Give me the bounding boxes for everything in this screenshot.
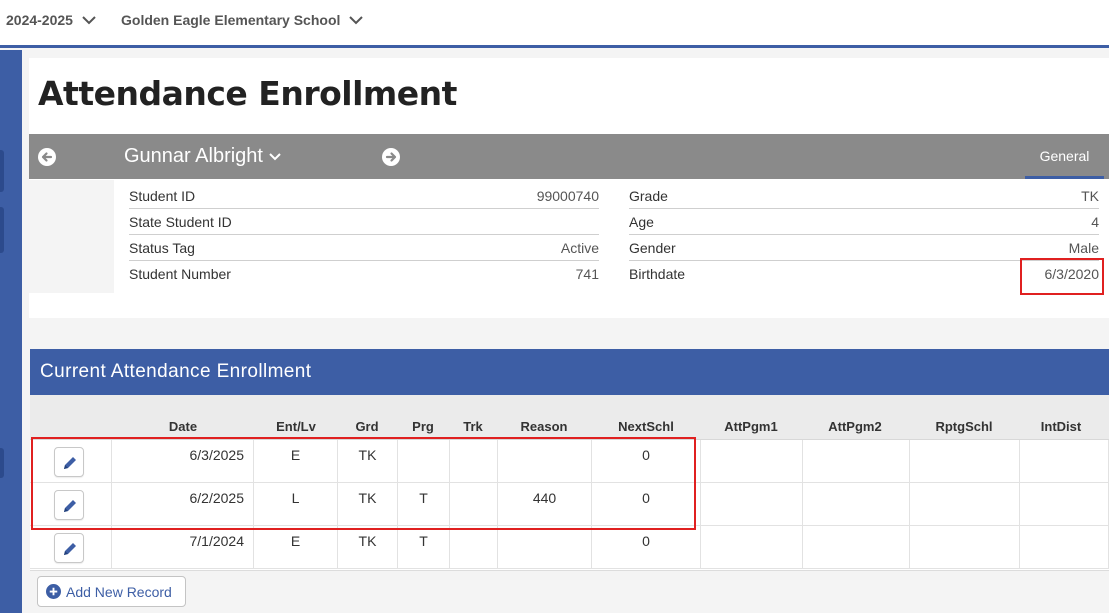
info-value: 741 [575, 266, 599, 282]
cell-rptgschl [910, 440, 1020, 483]
info-label: Student Number [129, 266, 231, 282]
school-label: Golden Eagle Elementary School [121, 12, 341, 28]
school-selector[interactable]: Golden Eagle Elementary School [121, 12, 364, 28]
chevron-down-icon [269, 152, 281, 160]
add-new-record-label: Add New Record [66, 583, 172, 600]
info-row-student-number: Student Number 741 [129, 261, 599, 287]
student-photo-area [29, 180, 114, 293]
arrow-left-icon [41, 152, 53, 162]
info-label: Age [629, 214, 654, 230]
cell-attpgm2 [803, 526, 910, 569]
table-bottom-divider [30, 570, 1109, 571]
info-label: Status Tag [129, 240, 195, 256]
column-header-trk[interactable]: Trk [449, 419, 497, 434]
info-label: Birthdate [629, 266, 686, 282]
chevron-down-icon [349, 15, 364, 24]
info-value: Active [560, 240, 599, 256]
section-title: Current Attendance Enrollment [40, 361, 312, 382]
add-new-record-button[interactable]: Add New Record [37, 576, 186, 607]
row-action-cell [30, 526, 112, 569]
cell-intdist [1020, 440, 1109, 483]
cell-intdist [1020, 526, 1109, 569]
tab-general[interactable]: General [1025, 134, 1104, 179]
info-row-age: Age 4 [629, 209, 1099, 235]
info-row-student-id: Student ID 99000740 [129, 183, 599, 209]
next-student-button[interactable] [382, 148, 400, 166]
column-header-prg[interactable]: Prg [397, 419, 449, 434]
cell-grd: TK [338, 526, 398, 569]
info-value: 99000740 [536, 188, 599, 204]
left-sidebar [0, 50, 22, 613]
previous-student-button[interactable] [38, 148, 56, 166]
column-header-attpgm2[interactable]: AttPgm2 [801, 419, 909, 434]
column-header-intdist[interactable]: IntDist [1019, 419, 1103, 434]
rows-highlight-box [31, 437, 696, 530]
cell-rptgschl [910, 483, 1020, 526]
pencil-icon [64, 543, 76, 555]
student-name: Gunnar Albright [124, 145, 263, 167]
column-header-attpgm1[interactable]: AttPgm1 [701, 419, 801, 434]
info-row-state-student-id: State Student ID [129, 209, 599, 235]
cell-prg: T [398, 526, 450, 569]
cell-attpgm2 [803, 483, 910, 526]
info-label: Student ID [129, 188, 196, 204]
cell-attpgm1 [701, 483, 803, 526]
page-title: Attendance Enrollment [38, 74, 457, 113]
year-selector[interactable]: 2024-2025 [6, 12, 96, 28]
student-bar: Gunnar Albright General [29, 134, 1109, 179]
plus-circle-icon [46, 584, 61, 599]
cell-trk [450, 526, 498, 569]
cell-attpgm1 [701, 440, 803, 483]
column-header-date[interactable]: Date [143, 419, 223, 434]
year-label: 2024-2025 [6, 12, 73, 28]
cell-entlv: E [254, 526, 338, 569]
info-label: Gender [629, 240, 676, 256]
column-header-reason[interactable]: Reason [497, 419, 591, 434]
arrow-right-icon [385, 152, 397, 162]
cell-rptgschl [910, 526, 1020, 569]
cell-attpgm2 [803, 440, 910, 483]
table-row: 7/1/2024 E TK T 0 [30, 526, 1109, 569]
cell-intdist [1020, 483, 1109, 526]
section-header: Current Attendance Enrollment [30, 349, 1109, 395]
top-bar: 2024-2025 Golden Eagle Elementary School [0, 0, 1109, 48]
column-header-grd[interactable]: Grd [337, 419, 397, 434]
info-row-status-tag: Status Tag Active [129, 235, 599, 261]
info-value: TK [1081, 188, 1099, 204]
student-info-left: Student ID 99000740 State Student ID Sta… [129, 183, 599, 287]
info-label: State Student ID [129, 214, 232, 230]
info-label: Grade [629, 188, 668, 204]
info-value: 4 [1091, 214, 1099, 230]
cell-date: 7/1/2024 [112, 526, 254, 569]
column-header-nextschl[interactable]: NextSchl [591, 419, 701, 434]
info-row-grade: Grade TK [629, 183, 1099, 209]
chevron-down-icon [82, 15, 96, 24]
column-header-rptgschl[interactable]: RptgSchl [909, 419, 1019, 434]
birthdate-highlight-box [1020, 258, 1104, 295]
sidebar-tab[interactable] [0, 207, 4, 253]
cell-reason [498, 526, 592, 569]
student-name-selector[interactable]: Gunnar Albright [124, 145, 281, 168]
table-header: Date Ent/Lv Grd Prg Trk Reason NextSchl … [30, 395, 1109, 440]
sidebar-tab[interactable] [0, 150, 4, 192]
sidebar-tab[interactable] [0, 448, 4, 478]
cell-attpgm1 [701, 526, 803, 569]
column-header-entlv[interactable]: Ent/Lv [260, 419, 332, 434]
edit-record-button[interactable] [54, 533, 84, 563]
cell-nextschl: 0 [592, 526, 701, 569]
